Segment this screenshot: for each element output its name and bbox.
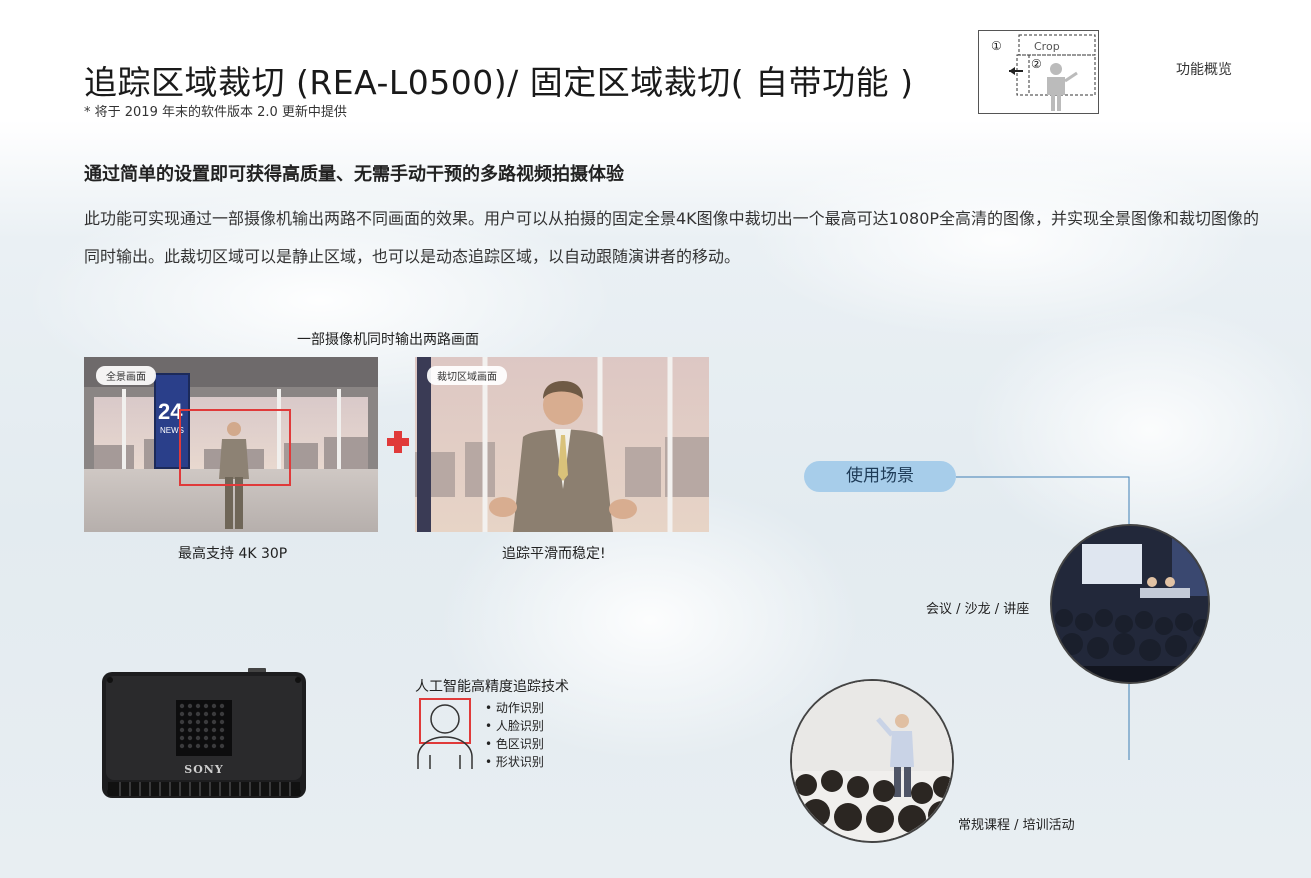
ai-feature-item: 人脸识别 <box>485 717 544 735</box>
ai-feature-list: 动作识别 人脸识别 色区识别 形状识别 <box>485 699 544 771</box>
panorama-chip: 全景画面 <box>96 366 156 385</box>
plus-icon <box>387 431 409 453</box>
body-paragraph: 此功能可实现通过一部摄像机输出两路不同画面的效果。用户可以从拍摄的固定全景4K图… <box>84 209 1260 266</box>
diagram-crop-label: Crop <box>1034 40 1060 53</box>
section-label: 功能概览 <box>1176 62 1232 78</box>
person-tracking-icon <box>417 698 473 769</box>
page-title: 追踪区域裁切 (REA-L0500)/ 固定区域裁切( 自带功能 ) <box>84 63 914 102</box>
meeting-scene-image <box>1050 524 1210 684</box>
subheading: 通过简单的设置即可获得高质量、无需手动干预的多路视频拍摄体验 <box>84 164 624 185</box>
ai-feature-item: 色区识别 <box>485 735 544 753</box>
ai-feature-item: 动作识别 <box>485 699 544 717</box>
panorama-image: 24 NEWS 全景画面 <box>84 357 378 532</box>
crop-chip: 裁切区域画面 <box>427 366 507 385</box>
panorama-caption: 最高支持 4K 30P <box>178 546 288 562</box>
crop-diagram-icon: ① ② Crop <box>978 30 1099 114</box>
crop-image: 裁切区域画面 <box>415 357 709 532</box>
diagram-marker-1: ① <box>991 39 1002 53</box>
meeting-scene-caption: 会议 / 沙龙 / 讲座 <box>926 602 1030 617</box>
ai-feature-item: 形状识别 <box>485 753 544 771</box>
classroom-scene-image <box>790 679 954 843</box>
sony-logo-text: SONY <box>184 763 223 776</box>
availability-note: * 将于 2019 年末的软件版本 2.0 更新中提供 <box>84 105 347 120</box>
dual-output-caption: 一部摄像机同时输出两路画面 <box>297 332 479 348</box>
crop-caption: 追踪平滑而稳定! <box>502 546 606 562</box>
ai-tracking-title: 人工智能高精度追踪技术 <box>415 679 569 695</box>
classroom-scene-caption: 常规课程 / 培训活动 <box>958 818 1075 833</box>
usage-scenes-pill: 使用场景 <box>804 461 956 492</box>
sony-device-image: SONY <box>100 668 308 802</box>
diagram-marker-2: ② <box>1031 57 1042 71</box>
